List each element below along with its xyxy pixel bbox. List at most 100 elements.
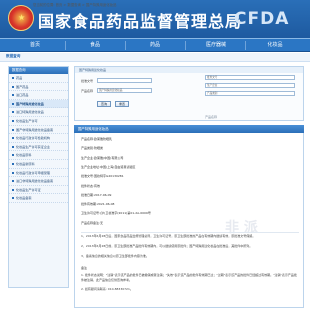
detail-key: 批件有效期: (81, 202, 98, 207)
detail-row: 批件状态:有效 (81, 184, 100, 188)
detail-key: 产品名称备注: (81, 220, 101, 225)
sidebar-item[interactable]: 化妆品生产许可证 (9, 186, 68, 195)
detail-value: 2017-06-09 (94, 192, 112, 197)
detail-key: 生产企业: (81, 155, 95, 160)
reset-button[interactable]: 重置 (115, 101, 129, 107)
detail-row: 产品名称备注:无 (81, 221, 103, 225)
sidebar-item[interactable]: 化妆品生产许可 (9, 117, 68, 126)
bullet-icon (11, 94, 14, 97)
sidebar-item-label: 国产非特殊用途化妆品备案 (16, 127, 54, 132)
note-2: 2、2013年6月28日前，原卫生部批准产品批件有效期内，可以继续使用原批件；国… (81, 244, 253, 248)
right-field-2[interactable]: 生产企业 (205, 83, 295, 88)
detail-value: 2021-06-08 (97, 202, 115, 207)
detail-row: 批准日期:2017-06-09 (81, 193, 111, 197)
sidebar-item-label: 进口特殊用途化妆品 (16, 110, 44, 115)
sidebar-item[interactable]: 进口药品 (9, 91, 68, 100)
detail-key: 生产企业地址: (81, 164, 101, 169)
sidebar-item[interactable]: 化妆品生产许可获证企业 (9, 143, 68, 152)
sidebar-item-label: 化妆品原料 (16, 153, 32, 158)
detail-key: 批准日期: (81, 192, 95, 197)
bullet-icon (11, 162, 14, 165)
bullet-icon (11, 137, 14, 140)
bullet-icon (11, 188, 14, 191)
detail-row: 产品名称:欧莱雅防晒乳 (81, 137, 112, 141)
sidebar-item-label: 化妆品备案 (16, 196, 32, 201)
nav-home[interactable]: 首页 (20, 39, 50, 52)
sidebar-item[interactable]: 进口非特殊用途化妆品备案 (9, 177, 68, 186)
detail-key: 卫生许可证号: (81, 211, 101, 216)
sidebar-item-label: 国产特殊用途化妆品 (16, 101, 44, 106)
bullet-icon (11, 171, 14, 174)
bullet-icon (11, 154, 14, 157)
sidebar-item-label: 化妆品新原料 (16, 161, 35, 166)
bullet-icon (11, 197, 14, 200)
product-name-label: 产品名称 (81, 89, 94, 93)
detail-value: 防晒类 (94, 146, 104, 151)
sidebar-item[interactable]: 国产药品 (9, 83, 68, 92)
site-title: 国家食品药品监督管理总局 (38, 12, 243, 31)
note-1: 1、2013年6月28日后，国家食品药品监督管理总局，卫生许可证号，原卫生部批准… (81, 234, 256, 238)
detail-row: 批准文号:国妆特字G20130281 (81, 174, 124, 178)
detail-value: 有效 (94, 183, 101, 188)
detail-key: 产品类别: (81, 146, 95, 151)
detail-panel: 非 派 产品名称:欧莱雅防晒乳 产品类别:防晒类 生产企业:欧莱雅(中国)有限公司生… (74, 133, 304, 308)
sidebar-item-label: 进口非特殊用途化妆品备案 (16, 179, 54, 184)
search-panel-heading: 国产特殊用途化妆品 (75, 67, 303, 73)
right-field-3[interactable]: 产品类别 (205, 91, 295, 96)
bullet-icon (11, 119, 14, 122)
nav-medical-devices[interactable]: 医疗器械 (196, 39, 236, 52)
detail-value: (沪)卫妆准字(2011)第01-2A-0009号 (100, 211, 151, 216)
detail-heading: 国产特殊用途化妆品 (74, 125, 304, 133)
main-nav: 首页 食品 药品 医疗器械 化妆品 (0, 38, 310, 52)
sidebar-heading: 数据查询 (9, 67, 68, 74)
detail-key: 产品名称: (81, 137, 95, 141)
detail-key: 批件状态: (81, 183, 95, 188)
sidebar-item[interactable]: 化妆品新原料 (9, 160, 68, 169)
sidebar-item[interactable]: 国产特殊用途化妆品 (9, 99, 68, 109)
section-logo: 数据查询 (6, 54, 21, 58)
nav-food[interactable]: 食品 (80, 39, 110, 52)
national-emblem-icon: ★ (8, 5, 34, 31)
contact-text: 2. 如有疑问请联系: 010-88330721。 (81, 287, 133, 291)
sidebar-item[interactable]: 进口特殊用途化妆品 (9, 108, 68, 117)
right-field-1[interactable]: 批准文号 (205, 75, 295, 80)
breadcrumb: 您当前的位置: 首页 > 数据查询 > 国产特殊用途化妆品 (33, 3, 117, 7)
sidebar-item[interactable]: 药品 (9, 74, 68, 83)
bullet-icon (11, 85, 14, 88)
detail-value: 国妆特字G20130281 (94, 174, 124, 179)
sidebar-item[interactable]: 化妆品原料 (9, 151, 68, 160)
remark-text: 1. 批件状态说明："注销"表示该产品的批件已被撤销或者注销；"失效"表示该产品… (81, 273, 297, 282)
remark-label: 备注 (81, 266, 88, 270)
sidebar: 数据查询 药品 国产药品 进口药品 国产特殊用途化妆品 进口特殊用途化妆品 化妆品生产许可… (8, 66, 69, 288)
bullet-icon (11, 77, 14, 79)
detail-row: 生产企业地址:中国(上海)自由贸易试验区 (81, 165, 135, 169)
product-name-input[interactable]: 国产特殊用途化妆品 (97, 88, 152, 93)
detail-row: 批件有效期:2021-06-08 (81, 202, 114, 206)
detail-row: 卫生许可证号:(沪)卫妆准字(2011)第01-2A-0009号 (81, 211, 151, 215)
bullet-icon (11, 180, 14, 183)
sidebar-item-label: 化妆品生产许可 (16, 118, 38, 123)
sidebar-item[interactable]: 化妆品行政许可检验机构 (9, 134, 68, 143)
bullet-icon (11, 128, 14, 131)
sidebar-item[interactable]: 化妆品行政许可申报受理 (9, 169, 68, 178)
detail-key: 批准文号: (81, 174, 95, 179)
sidebar-item-label: 国产药品 (16, 84, 29, 89)
sidebar-item[interactable]: 国产非特殊用途化妆品备案 (9, 126, 68, 135)
detail-row: 产品类别:防晒类 (81, 146, 103, 150)
sidebar-item-label: 化妆品行政许可申报受理 (16, 170, 51, 175)
bullet-icon (11, 145, 14, 148)
sidebar-item-label: 药品 (16, 76, 23, 80)
nav-drugs[interactable]: 药品 (140, 39, 170, 52)
cfda-logo: CFDA (234, 9, 290, 29)
breadcrumb-bar (0, 53, 310, 62)
search-button[interactable]: 查询 (97, 101, 111, 107)
right-field-label: 产品名称 (205, 115, 218, 119)
detail-value: 无 (100, 220, 104, 225)
nav-cosmetics[interactable]: 化妆品 (255, 39, 295, 52)
search-panel: 国产特殊用途化妆品 批准文号 产品名称 国产特殊用途化妆品 查询 重置 产品名称… (74, 66, 304, 121)
note-3: 3、备案信息的相关信息以原卫生部批件内容为准。 (81, 254, 149, 258)
bullet-icon (11, 111, 14, 114)
approval-number-input[interactable] (97, 78, 152, 83)
sidebar-item[interactable]: 化妆品备案 (9, 194, 68, 203)
approval-number-label: 批准文号 (81, 79, 94, 83)
